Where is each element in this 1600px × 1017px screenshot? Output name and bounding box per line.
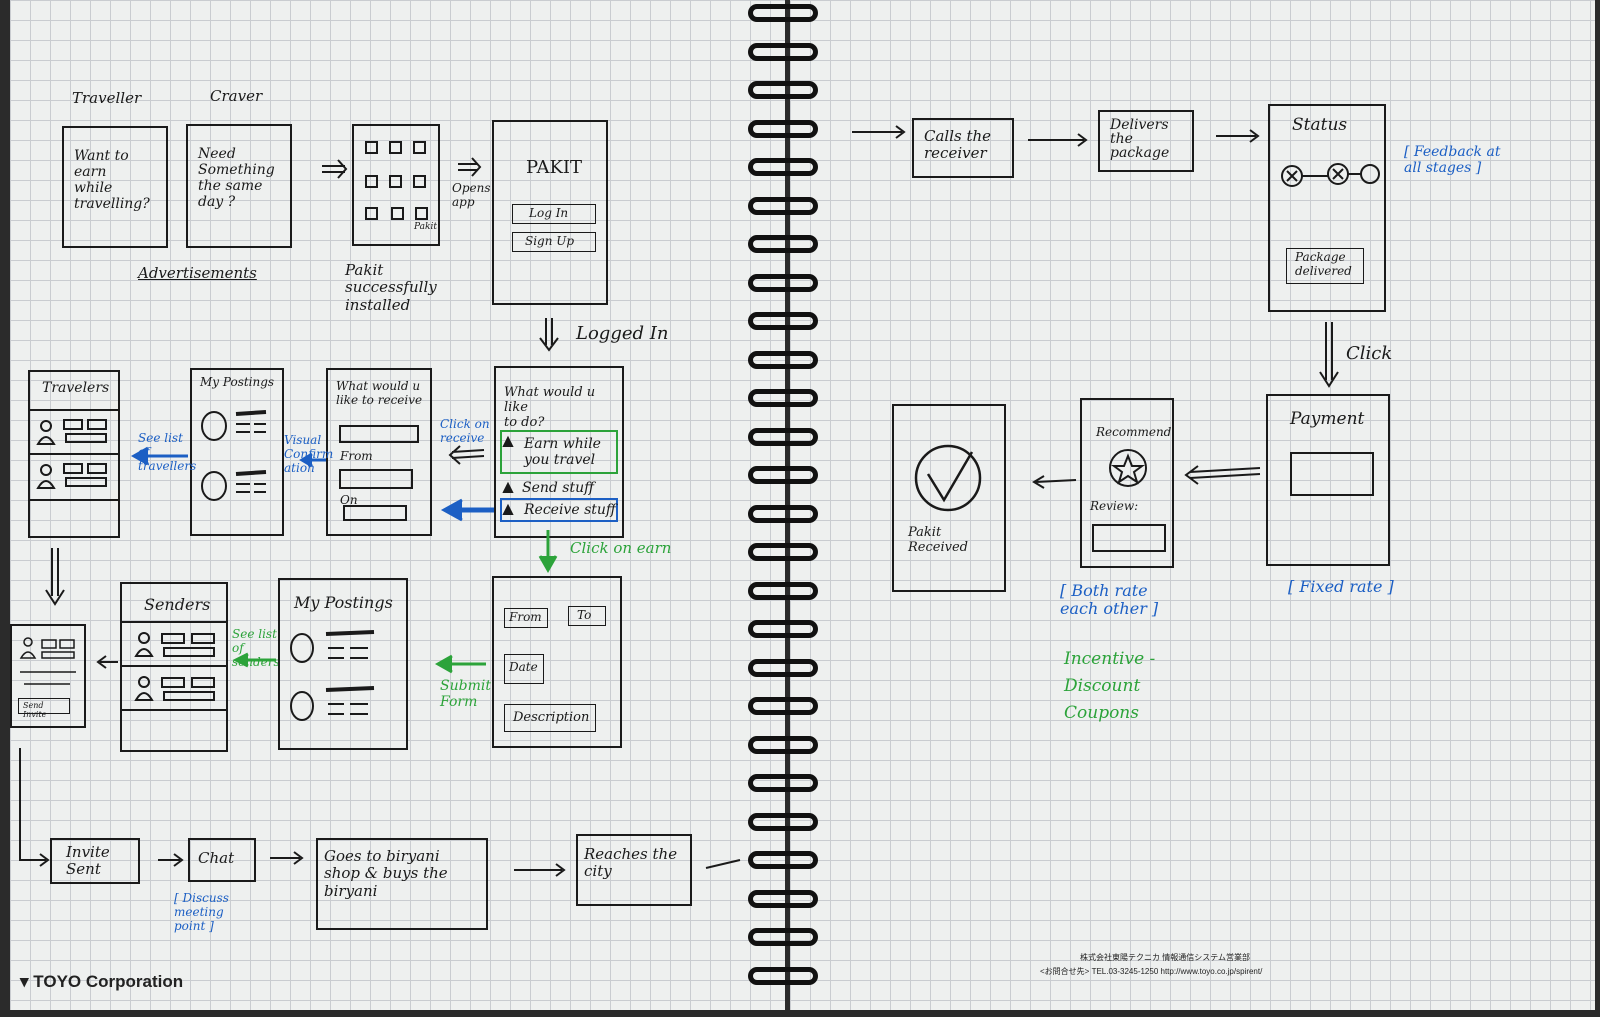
arrow-shop-to-city [514,863,566,877]
blue-arrows [130,446,494,522]
arrow-to-invite [19,748,50,867]
receive-form-fields [339,425,419,521]
arrow-status-to-payment [1319,322,1339,388]
arrow-logged-in [539,318,559,352]
arrow-invite-to-chat [158,853,184,867]
recommend-star-icon [1109,449,1147,487]
arrow-chat-to-shop [270,851,304,865]
green-arrows [232,530,558,674]
traveler-profile-details [19,637,76,685]
arrow-install-to-app [458,157,482,177]
arrow-to-calls [852,125,906,139]
arrow-payment-to-recommend [1184,465,1261,485]
arrow-senders-to-profile [96,655,118,669]
black-flow-arrows [19,125,1339,877]
my-postings-rows-1 [201,410,267,501]
arrow-city-continue [705,859,741,869]
sketch-overlay [19,125,1380,877]
senders-list-rows [120,621,228,711]
my-postings-rows-2 [290,630,375,721]
arrow-receive-back [448,445,485,465]
check-circle-icon [914,444,982,512]
arrow-delivers-to-status [1216,129,1260,143]
travelers-list-rows [28,409,120,501]
status-tracker [1281,163,1380,187]
arrow-ads-to-install [322,159,348,179]
arrow-travelers-to-profile [45,548,65,606]
option-bullets [502,435,514,515]
arrow-calls-to-delivers [1028,133,1088,147]
arrow-recommend-to-received [1032,475,1077,489]
app-grid-icons [365,141,428,220]
